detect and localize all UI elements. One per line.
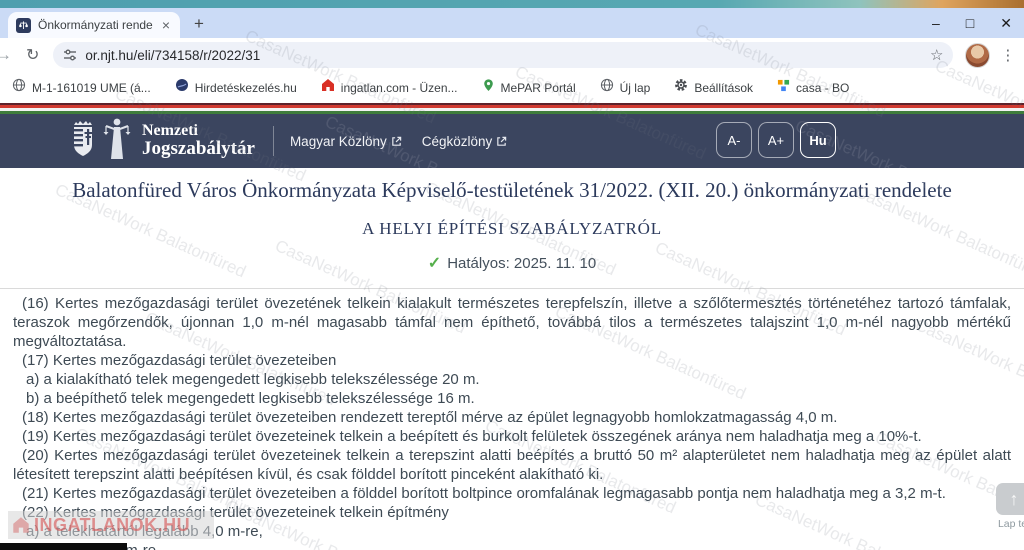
site-settings-icon[interactable]: [63, 48, 77, 62]
house-logo-icon: [12, 516, 30, 534]
browser-tab[interactable]: Önkormányzati rendelet ×: [8, 12, 180, 38]
paragraph: (16) Kertes mezőgazdasági terület övezet…: [13, 294, 1011, 351]
link-label: Magyar Közlöny: [290, 134, 387, 149]
globe-icon: [12, 78, 26, 97]
bookmark-item[interactable]: casa - BO: [777, 79, 849, 97]
forward-icon[interactable]: →: [0, 45, 12, 65]
tab-close-icon[interactable]: ×: [160, 18, 172, 32]
ingatlanok-watermark: INGATLANOK.HU: [8, 511, 214, 539]
tab-title: Önkormányzati rendelet: [38, 18, 153, 32]
external-link-icon: [496, 136, 507, 147]
link-label: Cégközlöny: [422, 134, 493, 149]
paragraph: (20) Kertes mezőgazdasági terület övezet…: [13, 446, 1011, 484]
bookmark-label: casa - BO: [796, 81, 849, 95]
justitia-statue-icon: [102, 117, 132, 166]
gear-icon: [674, 78, 688, 97]
bookmark-star-icon[interactable]: ☆: [930, 46, 943, 64]
scroll-to-top: ↑ Lap tet: [996, 483, 1024, 530]
bookmark-label: Új lap: [620, 81, 651, 95]
paragraph: (19) Kertes mezőgazdasági terület övezet…: [13, 427, 1011, 446]
status-text: Hatályos: 2025. 11. 10: [447, 255, 596, 272]
color-squares-icon: [777, 79, 790, 97]
browser-toolbar: → ↻ or.njt.hu/eli/734158/r/2022/31 ☆ ⋮: [0, 38, 1024, 72]
globe-icon: [600, 78, 614, 97]
check-icon: ✓: [428, 255, 441, 272]
language-hu-button[interactable]: Hu: [800, 122, 836, 158]
font-larger-button[interactable]: A+: [758, 122, 794, 158]
regulation-subtitle: A HELYI ÉPÍTÉSI SZABÁLYZATRÓL: [0, 219, 1024, 239]
bookmark-item[interactable]: Beállítások: [674, 78, 753, 97]
url-text[interactable]: or.njt.hu/eli/734158/r/2022/31: [85, 48, 930, 63]
bookmark-label: ingatlan.com - Üzen...: [341, 81, 458, 95]
bookmarks-bar: M-1-161019 UME (á... Hirdetéskezelés.hu …: [0, 72, 1024, 103]
bookmark-item[interactable]: ingatlan.com - Üzen...: [321, 78, 458, 97]
njt-favicon-icon: [16, 18, 31, 33]
external-link-icon: [391, 136, 402, 147]
bookmark-label: Hirdetéskezelés.hu: [195, 81, 297, 95]
bookmark-label: M-1-161019 UME (á...: [32, 81, 151, 95]
regulation-title: Balatonfüred Város Önkormányzata Képvise…: [20, 178, 1004, 203]
magyar-kozlony-link[interactable]: Magyar Közlöny: [290, 134, 402, 149]
tab-strip: Önkormányzati rendelet × + – □ ✕: [0, 8, 1024, 38]
cegkozlony-link[interactable]: Cégközlöny: [422, 134, 508, 149]
bookmark-item[interactable]: Hirdetéskezelés.hu: [175, 78, 297, 97]
close-window-button[interactable]: ✕: [1000, 16, 1012, 30]
font-size-controls: A- A+ Hu: [716, 122, 836, 158]
address-bar[interactable]: or.njt.hu/eli/734158/r/2022/31 ☆: [53, 42, 953, 68]
desktop-background: [0, 0, 1024, 8]
bookmark-item[interactable]: MePAR Portál: [482, 78, 576, 97]
minimize-button[interactable]: –: [932, 16, 940, 30]
hungarian-coat-of-arms-icon: [70, 119, 96, 164]
bookmark-label: Beállítások: [694, 81, 753, 95]
bookmark-label: MePAR Portál: [501, 81, 576, 95]
header-divider: [273, 126, 274, 156]
site-circle-icon: [175, 78, 189, 97]
bookmark-item[interactable]: Új lap: [600, 78, 651, 97]
paragraph: b) árkoktól 1,5 m-re: [13, 541, 1011, 550]
validity-status: ✓ Hatályos: 2025. 11. 10: [0, 253, 1024, 273]
house-icon: [321, 78, 335, 97]
paragraph: b) a beépíthető telek megengedett legkis…: [13, 389, 1011, 408]
hungarian-flag-stripes: [0, 103, 1024, 114]
bookmark-item[interactable]: M-1-161019 UME (á...: [12, 78, 151, 97]
paragraph: a) a kialakítható telek megengedett legk…: [13, 370, 1011, 389]
paragraph: (17) Kertes mezőgazdasági terület övezet…: [13, 351, 1011, 370]
reload-icon[interactable]: ↻: [26, 45, 39, 65]
document-body: Balatonfüred Város Önkormányzata Képvise…: [0, 178, 1024, 550]
new-tab-button[interactable]: +: [194, 14, 204, 38]
map-pin-icon: [482, 78, 495, 97]
font-smaller-button[interactable]: A-: [716, 122, 752, 158]
paragraph: (21) Kertes mezőgazdasági terület övezet…: [13, 484, 1011, 503]
agency-logo-text: INGATLANOK.HU: [34, 515, 190, 536]
njt-logo-line1: Nemzeti: [142, 123, 255, 140]
njt-site-header: Nemzeti Jogszabálytár Magyar Közlöny Cég…: [0, 114, 1024, 168]
maximize-button[interactable]: □: [966, 16, 974, 30]
paragraph: (18) Kertes mezőgazdasági terület övezet…: [13, 408, 1011, 427]
window-controls: – □ ✕: [932, 8, 1024, 38]
profile-avatar[interactable]: [965, 43, 990, 68]
scroll-to-top-label: Lap tet: [996, 518, 1024, 530]
njt-logo-line2: Jogszabálytár: [142, 139, 255, 159]
browser-menu-icon[interactable]: ⋮: [1000, 46, 1015, 64]
bottom-black-bar: [0, 543, 127, 550]
browser-window: Önkormányzati rendelet × + – □ ✕ → ↻ or.…: [0, 0, 1024, 550]
scroll-to-top-button[interactable]: ↑: [996, 483, 1024, 515]
njt-logo[interactable]: Nemzeti Jogszabálytár: [142, 123, 255, 160]
